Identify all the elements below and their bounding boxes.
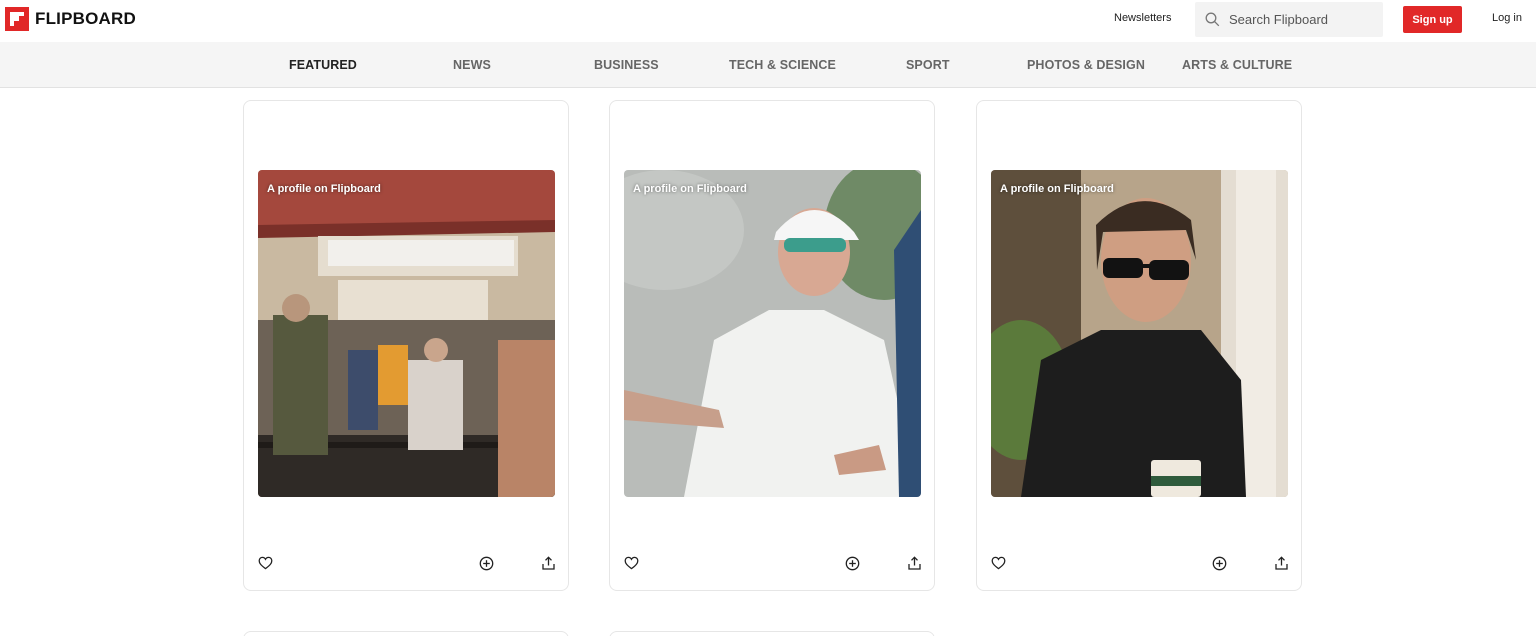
card-actions (977, 554, 1301, 574)
plus-circle-icon[interactable] (1210, 554, 1228, 572)
plus-circle-icon[interactable] (477, 554, 495, 572)
log-in-link[interactable]: Log in (1492, 12, 1522, 24)
top-header: FLIPBOARD Newsletters Sign up Log in (0, 0, 1536, 42)
story-card: A profile on Flipboard (976, 100, 1302, 591)
search-box[interactable] (1195, 2, 1383, 37)
category-nav: FEATURED NEWS BUSINESS TECH & SCIENCE SP… (0, 42, 1536, 88)
card-image[interactable]: A profile on Flipboard (991, 170, 1288, 497)
heart-icon[interactable] (256, 554, 274, 572)
card-actions (244, 554, 568, 574)
plus-circle-icon[interactable] (843, 554, 861, 572)
card-source-label: A profile on Flipboard (633, 183, 747, 195)
card-source-label: A profile on Flipboard (1000, 183, 1114, 195)
logo-text: FLIPBOARD (35, 9, 136, 28)
tab-photos-design[interactable]: PHOTOS & DESIGN (1027, 58, 1145, 72)
story-card-partial (243, 631, 569, 636)
photo-crowd-building (258, 170, 555, 497)
search-input[interactable] (1229, 12, 1374, 27)
sign-up-button[interactable]: Sign up (1403, 6, 1462, 33)
flipboard-logo-icon (5, 7, 29, 31)
card-image[interactable]: A profile on Flipboard (258, 170, 555, 497)
share-icon[interactable] (905, 554, 923, 572)
tab-business[interactable]: BUSINESS (594, 58, 659, 72)
story-card: A profile on Flipboard (243, 100, 569, 591)
photo-golfer (624, 170, 921, 497)
share-icon[interactable] (539, 554, 557, 572)
tab-news[interactable]: NEWS (453, 58, 491, 72)
flipboard-logo[interactable]: FLIPBOARD (5, 7, 136, 31)
card-image[interactable]: A profile on Flipboard (624, 170, 921, 497)
tab-sport[interactable]: SPORT (906, 58, 950, 72)
share-icon[interactable] (1272, 554, 1290, 572)
story-card: A profile on Flipboard (609, 100, 935, 591)
newsletters-link[interactable]: Newsletters (1114, 12, 1171, 24)
card-actions (610, 554, 934, 574)
heart-icon[interactable] (989, 554, 1007, 572)
heart-icon[interactable] (622, 554, 640, 572)
photo-woman-sunglasses (991, 170, 1288, 497)
search-icon (1205, 12, 1220, 27)
tab-tech-science[interactable]: TECH & SCIENCE (729, 58, 836, 72)
tab-featured[interactable]: FEATURED (289, 58, 357, 72)
tab-arts-culture[interactable]: ARTS & CULTURE (1182, 58, 1292, 72)
story-card-partial (609, 631, 935, 636)
card-source-label: A profile on Flipboard (267, 183, 381, 195)
